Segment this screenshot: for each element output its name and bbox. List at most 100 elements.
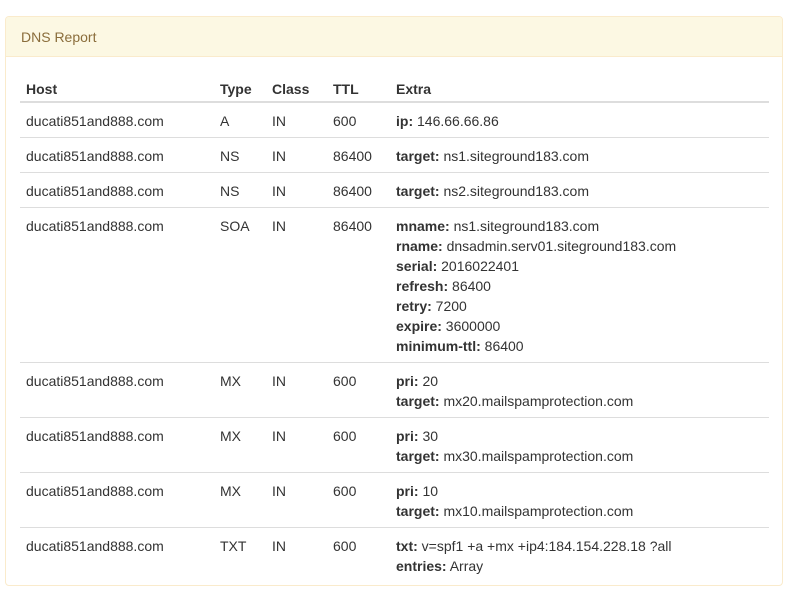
extra-key: target: xyxy=(396,148,440,164)
extra-entry: target: mx20.mailspamprotection.com xyxy=(396,391,763,411)
extra-key: entries: xyxy=(396,558,447,574)
cell-extra: pri: 20 target: mx20.mailspamprotection.c… xyxy=(390,362,769,418)
cell-host: ducati851and888.com xyxy=(20,207,214,363)
cell-class: IN xyxy=(266,172,327,208)
extra-key: retry: xyxy=(396,298,432,314)
table-row: ducati851and888.com A IN 600 ip: 146.66.66.8… xyxy=(20,102,769,138)
cell-class: IN xyxy=(272,113,286,129)
extra-key: pri: xyxy=(396,373,419,389)
extra-value: ns1.siteground183.com xyxy=(439,148,589,164)
extra-value: ns1.siteground183.com xyxy=(449,218,600,234)
extra-entry: pri: 20 xyxy=(396,371,763,391)
cell-class: IN xyxy=(266,362,327,418)
cell-type: A xyxy=(220,113,230,129)
cell-type: TXT xyxy=(214,527,266,582)
cell-class: IN xyxy=(266,137,327,173)
extra-key: target: xyxy=(396,393,440,409)
cell-type: MX xyxy=(214,417,266,473)
table-row: ducati851and888.com MX IN 600 pri: 30 target:… xyxy=(20,417,769,473)
cell-class: IN xyxy=(266,527,327,582)
cell-extra: txt: v=spf1 +a +mx +ip4:184.154.228.18 ?… xyxy=(390,527,769,582)
extra-value: 2016022401 xyxy=(437,258,520,274)
extra-value: 30 xyxy=(418,428,439,444)
extra-value: 10 xyxy=(418,483,439,499)
cell-extra: pri: 30 target: mx30.mailspamprotection.c… xyxy=(390,417,769,473)
cell-class: IN xyxy=(266,207,327,363)
extra-entry: entries: Array xyxy=(396,556,763,576)
extra-value: 20 xyxy=(418,373,439,389)
extra-value: 86400 xyxy=(480,338,524,354)
table-row: ducati851and888.com SOA IN 86400 mname: ns1.… xyxy=(20,207,769,363)
extra-key: serial: xyxy=(396,258,438,274)
dns-records-table: Host Type Class TTL Extra ducati851and88… xyxy=(20,72,769,582)
extra-entry: target: mx10.mailspamprotection.com xyxy=(396,501,763,521)
extra-key: expire: xyxy=(396,318,442,334)
cell-type: SOA xyxy=(214,207,266,363)
extra-entry: serial: 2016022401 xyxy=(396,256,763,276)
extra-key: rname: xyxy=(396,238,443,254)
cell-class: IN xyxy=(266,417,327,473)
extra-value: mx30.mailspamprotection.com xyxy=(439,448,634,464)
cell-extra: pri: 10 target: mx10.mailspamprotection.c… xyxy=(390,472,769,528)
extra-value: 3600000 xyxy=(441,318,501,334)
cell-ttl: 600 xyxy=(327,362,390,418)
extra-key: refresh: xyxy=(396,278,449,294)
extra-value: mx10.mailspamprotection.com xyxy=(439,503,634,519)
extra-entry: rname: dnsadmin.serv01.siteground183.com xyxy=(396,236,763,256)
cell-extra: ip: 146.66.66.86 xyxy=(390,102,769,138)
extra-entry: retry: 7200 xyxy=(396,296,763,316)
cell-type: NS xyxy=(214,172,266,208)
cell-host: ducati851and888.com xyxy=(20,472,214,528)
extra-entry: pri: 10 xyxy=(396,481,763,501)
extra-value: 86400 xyxy=(448,278,491,294)
extra-entry: ip: 146.66.66.86 xyxy=(396,111,763,131)
cell-type: NS xyxy=(214,137,266,173)
column-header-ttl: TTL xyxy=(327,72,390,103)
extra-entry: expire: 3600000 xyxy=(396,316,763,336)
cell-ttl: 600 xyxy=(327,472,390,528)
column-header-class: Class xyxy=(266,72,327,103)
extra-entry: pri: 30 xyxy=(396,426,763,446)
cell-host: ducati851and888.com xyxy=(20,137,214,173)
table-row: ducati851and888.com TXT IN 600 txt: v=spf1 +… xyxy=(20,527,769,582)
cell-extra: mname: ns1.siteground183.com rname: dnsad… xyxy=(390,207,769,363)
extra-key: target: xyxy=(396,448,440,464)
extra-value: dnsadmin.serv01.siteground183.com xyxy=(442,238,677,254)
cell-ttl: 600 xyxy=(327,417,390,473)
table-row: ducati851and888.com NS IN 86400 target: ns1.… xyxy=(20,137,769,173)
cell-ttl: 86400 xyxy=(327,207,390,363)
extra-entry: target: ns2.siteground183.com xyxy=(396,181,763,201)
panel-title: DNS Report xyxy=(6,17,782,57)
column-header-type: Type xyxy=(214,72,266,103)
extra-key: pri: xyxy=(396,483,419,499)
table-row: ducati851and888.com NS IN 86400 target: ns2.… xyxy=(20,172,769,208)
cell-extra: target: ns2.siteground183.com xyxy=(390,172,769,208)
cell-ttl: 86400 xyxy=(327,137,390,173)
cell-type: MX xyxy=(214,362,266,418)
extra-key: target: xyxy=(396,183,440,199)
extra-value: mx20.mailspamprotection.com xyxy=(439,393,634,409)
extra-entry: target: ns1.siteground183.com xyxy=(396,146,763,166)
column-header-extra: Extra xyxy=(390,72,769,103)
extra-value: Array xyxy=(446,558,484,574)
extra-key: pri: xyxy=(396,428,419,444)
extra-value: 7200 xyxy=(431,298,467,314)
column-header-host: Host xyxy=(20,72,214,103)
cell-class: IN xyxy=(266,472,327,528)
table-row: ducati851and888.com MX IN 600 pri: 20 target:… xyxy=(20,362,769,418)
extra-key: txt: xyxy=(396,538,418,554)
extra-value: ns2.siteground183.com xyxy=(439,183,589,199)
cell-type: MX xyxy=(214,472,266,528)
cell-host: ducati851and888.com xyxy=(20,417,214,473)
cell-host: ducati851and888.com xyxy=(20,172,214,208)
extra-entry: txt: v=spf1 +a +mx +ip4:184.154.228.18 ?… xyxy=(396,536,763,556)
dns-report-panel: DNS Report Host Type Class TTL Extra duc… xyxy=(5,16,783,586)
cell-extra: target: ns1.siteground183.com xyxy=(390,137,769,173)
cell-ttl: 600 xyxy=(333,113,357,129)
extra-value: 146.66.66.86 xyxy=(413,113,499,129)
extra-entry: target: mx30.mailspamprotection.com xyxy=(396,446,763,466)
cell-ttl: 86400 xyxy=(327,172,390,208)
extra-key: ip: xyxy=(396,113,414,129)
extra-entry: refresh: 86400 xyxy=(396,276,763,296)
table-header-row: Host Type Class TTL Extra xyxy=(20,72,769,103)
